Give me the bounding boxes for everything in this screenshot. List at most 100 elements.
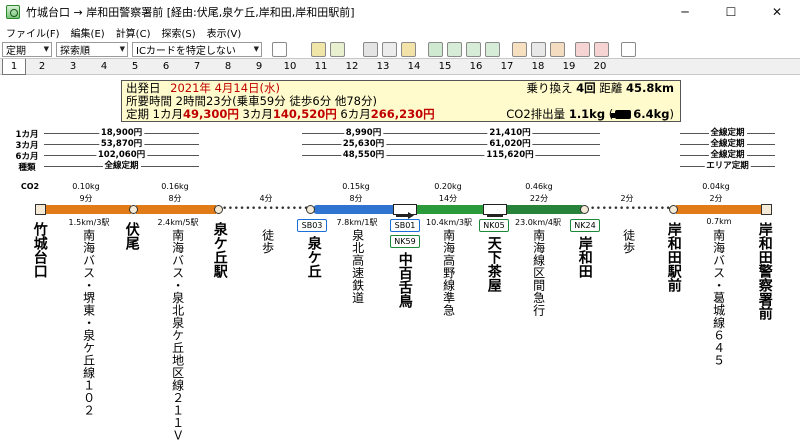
station-code-badge: NK59 — [390, 235, 420, 248]
ex-icon[interactable] — [363, 41, 378, 57]
tab-19[interactable]: 19 — [557, 59, 581, 75]
arrow-icon — [483, 204, 507, 217]
station-marker-end — [761, 204, 772, 215]
co2-summary-label: CO2排出量 — [506, 107, 566, 121]
search-order-select[interactable]: 探索順 ▼ — [56, 41, 128, 57]
time-value: 2時間23分 — [175, 94, 233, 108]
line-name[interactable]: 南海線区間急行 — [532, 229, 546, 317]
close-button[interactable]: ✕ — [754, 0, 800, 24]
segment-info: 0.7km — [706, 217, 732, 226]
station-name[interactable]: 伏尾 — [124, 222, 140, 250]
print-icon[interactable] — [531, 41, 546, 57]
month1-value: 49,300円 — [182, 107, 239, 121]
ex2-icon[interactable] — [382, 41, 397, 57]
departure-value: 2021年 4月14日(水) — [170, 81, 281, 95]
tab-14[interactable]: 14 — [402, 59, 426, 75]
layers-icon[interactable] — [401, 41, 416, 57]
copy-icon[interactable] — [272, 41, 287, 57]
tab-12[interactable]: 12 — [340, 59, 364, 75]
station-code-badge: NK24 — [570, 219, 600, 232]
walk-segment-2: •••••••••••••••••••• — [590, 205, 670, 214]
time-detail: (乗車59分 徒歩6分 他78分) — [232, 94, 377, 108]
time-value: 8分 — [168, 194, 182, 203]
arrow-icon — [393, 204, 417, 219]
co2-value: 0.04kg — [702, 182, 730, 191]
menu-edit[interactable]: 編集(E) — [67, 25, 112, 40]
menu-file[interactable]: ファイル(F) — [2, 25, 67, 40]
line-name[interactable]: 泉北高速鉄道 — [351, 229, 365, 304]
time-value: 2分 — [709, 194, 723, 203]
ic-card-value: ICカードを特定しない — [136, 45, 236, 57]
line-name[interactable]: 南海バス・堺東・泉ケ丘線１０２ — [82, 229, 96, 417]
pass-type-value: 全線定期 — [102, 161, 141, 172]
time-value: 14分 — [438, 194, 458, 203]
edit-icon[interactable] — [330, 41, 345, 57]
line-name[interactable]: 南海バス・葛城線６４５ — [712, 229, 726, 367]
co2-value: 0.16kg — [161, 182, 189, 191]
tab-15[interactable]: 15 — [433, 59, 457, 75]
menu-search[interactable]: 探索(S) — [157, 25, 202, 40]
tab-20[interactable]: 20 — [588, 59, 612, 75]
tab-4[interactable]: 4 — [92, 59, 116, 75]
chevron-down-icon: ▼ — [253, 45, 259, 53]
tab-7[interactable]: 7 — [185, 59, 209, 75]
line-name[interactable]: 南海バス・泉北泉ケ丘地区線２１１Ｖ — [171, 229, 185, 442]
fare-row-1month: 1カ月 18,900円 8,990円 21,410円 全線定期 — [0, 128, 800, 140]
walk-segment-1: ••••••••••••••••••••• — [222, 205, 308, 214]
station-name[interactable]: 岸和田 — [577, 236, 593, 278]
tab-9[interactable]: 9 — [247, 59, 271, 75]
station-name[interactable]: 岸和田警察署前 — [757, 222, 773, 320]
menu-calc[interactable]: 計算(C) — [112, 25, 158, 40]
station-name[interactable]: 泉ケ丘 — [306, 236, 322, 278]
co2-summary-value: 1.1kg — [568, 107, 606, 121]
flag-back-icon[interactable] — [575, 41, 590, 57]
segment-info: 10.4km/3駅 — [425, 218, 473, 227]
tab-8[interactable]: 8 — [216, 59, 240, 75]
search-icon[interactable] — [447, 41, 462, 57]
route-tabs: 1 2 3 4 5 6 7 8 9 10 11 12 13 14 15 16 1… — [0, 58, 800, 75]
tab-10[interactable]: 10 — [278, 59, 302, 75]
tab-6[interactable]: 6 — [154, 59, 178, 75]
fare-value: 115,620円 — [484, 150, 536, 161]
tab-16[interactable]: 16 — [464, 59, 488, 75]
line-name: 徒歩 — [260, 229, 275, 254]
pass-type-select[interactable]: 定期 ▼ — [2, 41, 52, 57]
pdf-icon[interactable] — [512, 41, 527, 57]
tab-18[interactable]: 18 — [526, 59, 550, 75]
tab-3[interactable]: 3 — [61, 59, 85, 75]
settings-icon[interactable] — [485, 41, 500, 57]
station-name[interactable]: 中百舌鳥 — [397, 252, 413, 308]
bus-segment-1 — [45, 205, 131, 214]
list-icon[interactable] — [550, 41, 565, 57]
transfer-value: 4回 — [576, 81, 596, 95]
ic-card-select[interactable]: ICカードを特定しない ▼ — [132, 41, 262, 57]
tab-2[interactable]: 2 — [30, 59, 54, 75]
tab-11[interactable]: 11 — [309, 59, 333, 75]
toolbar: 定期 ▼ 探索順 ▼ ICカードを特定しない ▼ — [0, 40, 800, 58]
tab-1[interactable]: 1 — [2, 59, 26, 75]
segment-info: 2.4km/5駅 — [157, 218, 199, 227]
app-window: 竹城台口 → 岸和田警察署前 [経由:伏尾,泉ケ丘,岸和田,岸和田駅前] ─ ☐… — [0, 0, 800, 442]
table-icon[interactable] — [311, 41, 326, 57]
maximize-button[interactable]: ☐ — [708, 0, 754, 24]
station-name[interactable]: 竹城台口 — [32, 222, 48, 278]
fare-value: 全線定期 — [708, 150, 747, 161]
station-code-badge: SB03 — [297, 219, 327, 232]
route-map-icon[interactable] — [428, 41, 443, 57]
station-name[interactable]: 泉ケ丘駅 — [212, 222, 228, 278]
minimize-button[interactable]: ─ — [662, 0, 708, 24]
station-name[interactable]: 天下茶屋 — [486, 236, 502, 292]
menu-view[interactable]: 表示(V) — [203, 25, 249, 40]
tab-13[interactable]: 13 — [371, 59, 395, 75]
memo-icon[interactable] — [621, 41, 636, 57]
filter-icon[interactable] — [466, 41, 481, 57]
month6-value: 266,230円 — [370, 107, 435, 121]
station-marker — [580, 205, 589, 214]
station-name[interactable]: 岸和田駅前 — [666, 222, 682, 292]
tab-5[interactable]: 5 — [123, 59, 147, 75]
tab-17[interactable]: 17 — [495, 59, 519, 75]
co2-value: 0.46kg — [525, 182, 553, 191]
time-value: 2分 — [620, 194, 634, 203]
line-name[interactable]: 南海高野線準急 — [442, 229, 456, 317]
flag-forward-icon[interactable] — [594, 41, 609, 57]
